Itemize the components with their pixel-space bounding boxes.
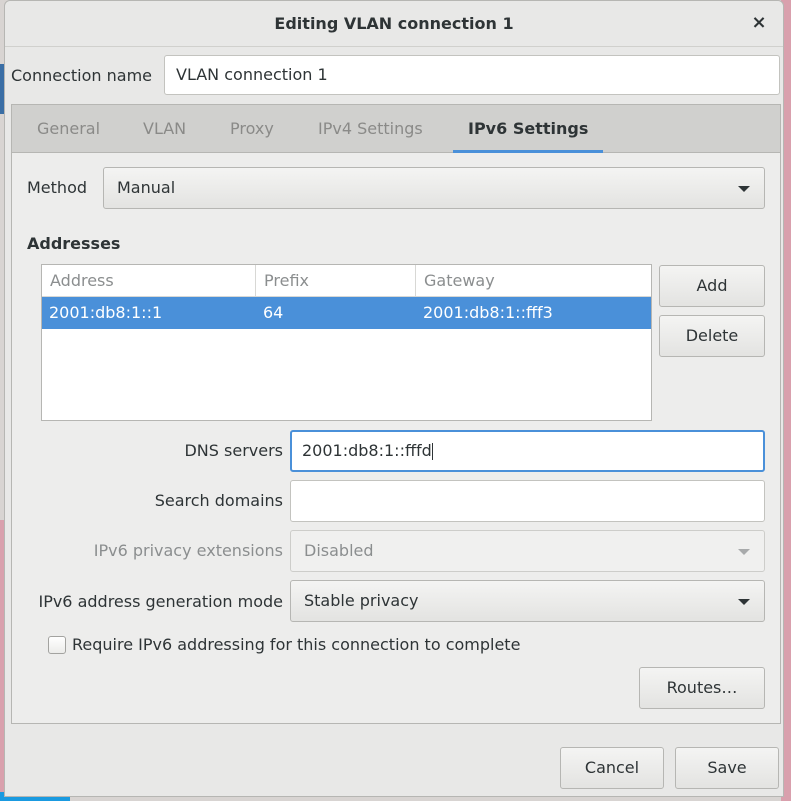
- address-generation-mode-value: Stable privacy: [304, 591, 419, 610]
- close-icon[interactable]: ×: [747, 11, 771, 35]
- add-address-button[interactable]: Add: [659, 265, 765, 307]
- dns-servers-label: DNS servers: [184, 441, 283, 460]
- privacy-extensions-dropdown: Disabled: [290, 530, 765, 572]
- delete-address-button[interactable]: Delete: [659, 315, 765, 357]
- method-value: Manual: [117, 178, 176, 197]
- tab-vlan[interactable]: VLAN: [143, 105, 186, 153]
- edit-connection-dialog: Editing VLAN connection 1 × Connection n…: [4, 0, 784, 797]
- search-domains-input[interactable]: [290, 480, 765, 522]
- method-dropdown[interactable]: Manual: [103, 167, 765, 209]
- dns-servers-input[interactable]: 2001:db8:1::fffd: [290, 430, 765, 472]
- chevron-down-icon: [738, 599, 750, 605]
- chevron-down-icon: [738, 186, 750, 192]
- addresses-heading: Addresses: [27, 234, 121, 253]
- tab-ipv6-settings[interactable]: IPv6 Settings: [453, 105, 604, 153]
- window-title: Editing VLAN connection 1: [274, 14, 514, 33]
- search-domains-label: Search domains: [154, 491, 283, 510]
- addresses-table-header: Address Prefix Gateway: [42, 265, 651, 297]
- save-button[interactable]: Save: [675, 747, 779, 789]
- text-cursor: [431, 443, 433, 460]
- privacy-extensions-value: Disabled: [304, 541, 374, 560]
- privacy-extensions-label: IPv6 privacy extensions: [93, 541, 283, 560]
- tab-proxy[interactable]: Proxy: [230, 105, 274, 153]
- address-generation-mode-dropdown[interactable]: Stable privacy: [290, 580, 765, 622]
- cell-gateway[interactable]: 2001:db8:1::fff3: [416, 297, 553, 329]
- column-header-gateway[interactable]: Gateway: [416, 265, 651, 296]
- require-ipv6-checkbox[interactable]: [48, 636, 66, 654]
- column-header-address[interactable]: Address: [42, 265, 256, 296]
- connection-name-input[interactable]: VLAN connection 1: [164, 55, 780, 95]
- cell-prefix[interactable]: 64: [256, 297, 283, 329]
- tab-general[interactable]: General: [37, 105, 100, 153]
- tab-bar: General VLAN Proxy IPv4 Settings IPv6 Se…: [12, 105, 780, 153]
- addresses-table[interactable]: Address Prefix Gateway 2001:db8:1::1 64 …: [41, 264, 652, 421]
- cancel-button[interactable]: Cancel: [560, 747, 664, 789]
- cell-address[interactable]: 2001:db8:1::1: [42, 297, 162, 329]
- titlebar[interactable]: Editing VLAN connection 1 ×: [5, 1, 783, 47]
- column-header-prefix[interactable]: Prefix: [256, 265, 416, 296]
- dns-servers-value: 2001:db8:1::fffd: [302, 441, 432, 460]
- chevron-down-icon: [738, 549, 750, 555]
- require-ipv6-label[interactable]: Require IPv6 addressing for this connect…: [72, 635, 520, 654]
- method-label: Method: [27, 178, 88, 197]
- connection-name-label: Connection name: [11, 66, 152, 85]
- address-generation-mode-label: IPv6 address generation mode: [38, 592, 283, 611]
- table-row[interactable]: 2001:db8:1::1 64 2001:db8:1::fff3: [42, 297, 651, 329]
- routes-button[interactable]: Routes…: [639, 667, 765, 709]
- tab-ipv4-settings[interactable]: IPv4 Settings: [318, 105, 423, 153]
